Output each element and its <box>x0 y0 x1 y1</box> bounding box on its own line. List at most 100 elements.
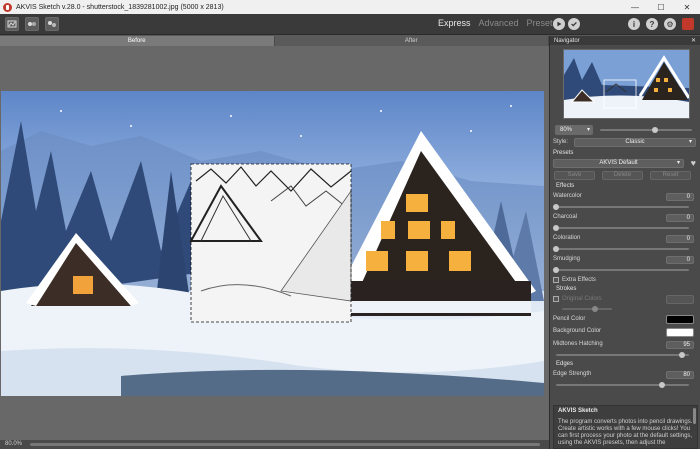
play-icon <box>557 21 562 27</box>
preset-row: AKVIS Default ♥ <box>550 158 700 170</box>
mode-tabs: Express Advanced Presets <box>438 18 557 28</box>
app-logo-icon <box>3 2 12 12</box>
midtones-label: Midtones Hatching <box>553 341 603 347</box>
charcoal-label: Charcoal <box>553 214 578 220</box>
edge-strength-slider[interactable] <box>556 382 689 388</box>
edge-strength-slider-row <box>550 381 700 390</box>
info-button[interactable]: i <box>628 18 640 30</box>
extra-effects-checkbox[interactable] <box>553 277 559 283</box>
watercolor-value[interactable]: 0 <box>666 193 694 201</box>
pencil-color-label: Pencil Color <box>553 316 586 322</box>
zoom-slider[interactable] <box>600 127 692 133</box>
presets-title: Presets <box>553 150 574 156</box>
original-colors-slider-row <box>550 305 700 314</box>
minimize-button[interactable]: — <box>622 0 648 14</box>
midtones-slider[interactable] <box>556 352 689 358</box>
watercolor-label: Watercolor <box>553 193 582 199</box>
original-colors-checkbox[interactable] <box>553 296 559 302</box>
status-bar: 80.0% <box>0 440 549 449</box>
coloration-row: Coloration 0 <box>550 233 700 245</box>
coloration-slider-thumb[interactable] <box>553 246 559 252</box>
charcoal-slider-thumb[interactable] <box>553 225 559 231</box>
window-title: AKVIS Sketch v.28.0 - shutterstock_18392… <box>16 3 224 11</box>
reset-preset-button[interactable]: Reset <box>650 171 691 180</box>
coloration-value[interactable]: 0 <box>666 235 694 243</box>
background-color-row: Background Color <box>550 326 700 339</box>
coloration-label: Coloration <box>553 235 581 241</box>
effects-title: Effects <box>556 183 575 189</box>
coloration-slider[interactable] <box>553 246 689 252</box>
batch-processing-button[interactable] <box>25 17 39 31</box>
preset-buttons: Save Delete Reset <box>550 170 700 182</box>
original-colors-label: Original Colors <box>562 296 602 302</box>
help-box: AKVIS Sketch The program converts photos… <box>553 405 698 449</box>
navigator-header: Navigator ✕ <box>550 36 700 45</box>
horizontal-scrollbar[interactable] <box>30 443 540 446</box>
extra-effects-label: Extra Effects <box>562 277 596 283</box>
watercolor-slider-thumb[interactable] <box>553 204 559 210</box>
title-bar: AKVIS Sketch v.28.0 - shutterstock_18392… <box>0 0 700 14</box>
edge-strength-label: Edge Strength <box>553 371 592 377</box>
window-controls: — ☐ ✕ <box>622 0 700 14</box>
save-image-button[interactable] <box>45 17 59 31</box>
edge-strength-slider-thumb[interactable] <box>659 382 666 388</box>
smudging-slider-row <box>550 266 700 275</box>
help-text: The program converts photos into pencil … <box>558 419 693 446</box>
pencil-color-swatch[interactable] <box>666 315 694 324</box>
photo-canvas[interactable] <box>1 91 544 396</box>
pencil-color-row: Pencil Color <box>550 314 700 326</box>
edge-strength-value[interactable]: 80 <box>666 371 694 379</box>
save-icon <box>48 21 56 27</box>
midtones-row: Midtones Hatching 95 <box>550 339 700 351</box>
help-scrollbar[interactable] <box>693 408 696 424</box>
charcoal-value[interactable]: 0 <box>666 214 694 222</box>
edge-strength-row: Edge Strength 80 <box>550 369 700 381</box>
charcoal-row: Charcoal 0 <box>550 212 700 224</box>
charcoal-slider[interactable] <box>553 225 689 231</box>
help-icon: ? <box>649 19 655 29</box>
run-button[interactable] <box>553 18 565 30</box>
tab-before[interactable]: Before <box>0 36 275 46</box>
navigator-title: Navigator <box>554 37 580 44</box>
zoom-dropdown[interactable]: 80% <box>555 125 593 135</box>
midtones-slider-thumb[interactable] <box>679 352 686 358</box>
charcoal-slider-row <box>550 224 700 233</box>
zoom-slider-thumb[interactable] <box>652 127 659 133</box>
open-image-button[interactable] <box>5 17 19 31</box>
original-colors-slider-thumb <box>591 306 598 312</box>
maximize-button[interactable]: ☐ <box>648 0 674 14</box>
favorite-heart-icon[interactable]: ♥ <box>691 158 696 168</box>
midtones-value[interactable]: 95 <box>666 341 694 349</box>
smudging-value[interactable]: 0 <box>666 256 694 264</box>
tab-advanced[interactable]: Advanced <box>479 18 519 28</box>
image-workarea[interactable]: Before After <box>0 36 549 440</box>
navigator-thumbnail[interactable] <box>563 49 690 119</box>
smudging-row: Smudging 0 <box>550 254 700 266</box>
save-preset-button[interactable]: Save <box>554 171 595 180</box>
original-colors-swatch <box>666 295 694 304</box>
smudging-slider[interactable] <box>553 267 689 273</box>
watercolor-row: Watercolor 0 <box>550 191 700 203</box>
help-button[interactable]: ? <box>646 18 658 30</box>
original-colors-row: Original Colors <box>550 294 700 305</box>
delete-preset-button[interactable]: Delete <box>602 171 643 180</box>
background-color-swatch[interactable] <box>666 328 694 337</box>
style-dropdown[interactable]: Classic <box>574 138 696 147</box>
tips-button[interactable] <box>682 18 694 30</box>
collapse-icon[interactable]: ✕ <box>691 37 696 44</box>
original-colors-slider <box>562 306 612 312</box>
smudging-slider-thumb[interactable] <box>553 267 559 273</box>
main-toolbar: Express Advanced Presets i ? ⚙ <box>0 14 700 35</box>
tab-express[interactable]: Express <box>438 18 471 28</box>
apply-button[interactable] <box>568 18 580 30</box>
settings-button[interactable]: ⚙ <box>664 18 676 30</box>
close-button[interactable]: ✕ <box>674 0 700 14</box>
preset-dropdown[interactable]: AKVIS Default <box>553 159 684 168</box>
watercolor-slider[interactable] <box>553 204 689 210</box>
tab-after[interactable]: After <box>274 36 549 46</box>
status-zoom: 80.0% <box>5 441 23 447</box>
help-title: AKVIS Sketch <box>558 408 598 414</box>
batch-icon <box>28 22 36 26</box>
check-icon <box>571 21 577 27</box>
gear-icon: ⚙ <box>666 19 674 29</box>
